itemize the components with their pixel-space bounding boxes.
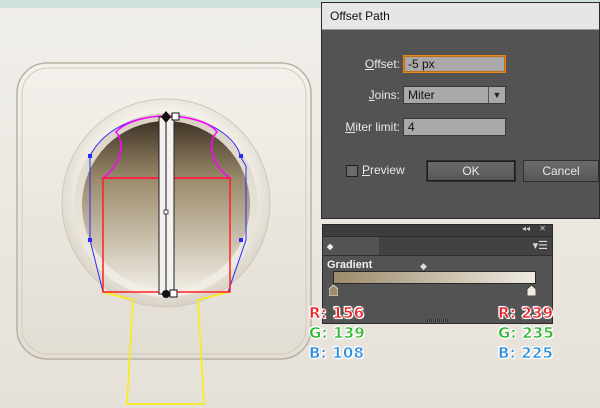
offset-label: Offset: xyxy=(364,57,400,71)
tab-gradient-label: Gradient xyxy=(327,259,373,271)
right-r-value: R: 239 xyxy=(498,304,554,323)
gradient-panel-tabs: ◆ Gradient ▾☰ xyxy=(323,237,552,271)
gradient-annotator-handle[interactable] xyxy=(171,112,180,121)
left-g-value: G: 139 xyxy=(309,324,366,343)
joins-label: Joins: xyxy=(368,88,400,102)
offset-path-dialog: Offset Path Offset: -5 px Joins: Miter ▼… xyxy=(321,2,600,219)
gradient-ramp[interactable] xyxy=(333,271,536,284)
cancel-button[interactable]: Cancel xyxy=(523,160,599,182)
left-r-value: R: 156 xyxy=(309,304,365,323)
close-icon[interactable]: ✕ xyxy=(539,224,546,233)
chevron-down-icon[interactable]: ▼ xyxy=(488,87,505,103)
preview-label[interactable]: Preview xyxy=(362,163,405,177)
panel-menu-icon[interactable]: ▾☰ xyxy=(533,239,548,252)
joins-select-value: Miter xyxy=(408,88,435,102)
gradient-end-handle[interactable] xyxy=(169,289,178,298)
blue-anchor[interactable] xyxy=(239,238,243,242)
miter-limit-label: Miter limit: xyxy=(345,120,400,134)
right-g-value: G: 235 xyxy=(498,324,555,343)
gradient-end-point[interactable] xyxy=(162,290,170,298)
right-b-value: B: 225 xyxy=(498,344,554,363)
gradient-panel-titlebar[interactable]: ◂◂ ✕ xyxy=(323,224,552,237)
miter-limit-input[interactable]: 4 xyxy=(403,118,506,136)
blue-anchor[interactable] xyxy=(88,238,92,242)
ok-button[interactable]: OK xyxy=(426,160,516,182)
preview-checkbox[interactable] xyxy=(346,165,358,177)
gradient-stop-left[interactable] xyxy=(329,285,338,296)
dialog-title[interactable]: Offset Path xyxy=(322,3,599,30)
resize-grip[interactable] xyxy=(427,319,451,322)
offset-input[interactable]: -5 px xyxy=(403,55,506,73)
left-b-value: B: 108 xyxy=(309,344,365,363)
right-stop-readout: R: 239 G: 235 B: 225 xyxy=(498,303,554,363)
collapse-icon[interactable]: ◂◂ xyxy=(522,224,530,233)
gradient-stop-right[interactable] xyxy=(527,285,536,296)
gradient-annotator-midpoint[interactable] xyxy=(163,209,169,215)
blue-anchor[interactable] xyxy=(88,154,92,158)
tab-arrows-icon: ◆ xyxy=(327,242,334,251)
joins-select[interactable]: Miter ▼ xyxy=(403,86,506,104)
blue-anchor[interactable] xyxy=(239,154,243,158)
left-stop-readout: R: 156 G: 139 B: 108 xyxy=(309,303,365,363)
tab-gradient[interactable]: ◆ Gradient xyxy=(323,237,379,271)
